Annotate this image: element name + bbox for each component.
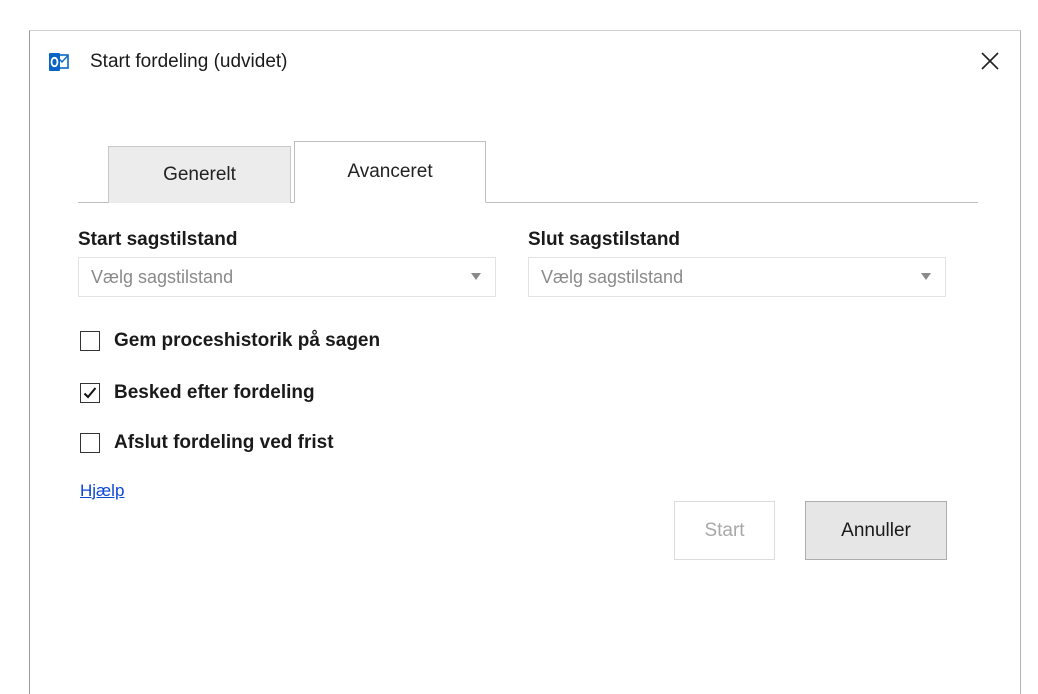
close-icon[interactable]: [974, 45, 1006, 77]
save-history-label: Gem proceshistorik på sagen: [114, 330, 381, 351]
outlook-icon: [49, 53, 69, 71]
end-state-select[interactable]: Vælg sagstilstand: [528, 257, 946, 297]
checkmark-icon: [83, 387, 97, 399]
save-history-checkbox[interactable]: [80, 331, 100, 351]
notify-after-checkbox[interactable]: [80, 383, 100, 403]
end-state-label: Slut sagstilstand: [528, 229, 681, 250]
start-state-placeholder: Vælg sagstilstand: [91, 267, 234, 287]
start-button[interactable]: Start: [674, 501, 775, 560]
help-link[interactable]: Hjælp: [80, 481, 124, 501]
window-title: Start fordeling (udvidet): [90, 51, 288, 72]
notify-after-label: Besked efter fordeling: [114, 382, 315, 403]
start-state-label: Start sagstilstand: [78, 229, 238, 250]
tab-bar: Generelt Avanceret: [78, 141, 978, 203]
option-end-at-deadline[interactable]: Afslut fordeling ved frist: [80, 430, 334, 456]
end-at-deadline-label: Afslut fordeling ved frist: [114, 432, 334, 453]
end-at-deadline-checkbox[interactable]: [80, 433, 100, 453]
start-state-select[interactable]: Vælg sagstilstand: [78, 257, 496, 297]
option-notify-after[interactable]: Besked efter fordeling: [80, 380, 315, 406]
cancel-button[interactable]: Annuller: [805, 501, 947, 560]
chevron-down-icon: [921, 273, 931, 280]
option-save-history[interactable]: Gem proceshistorik på sagen: [80, 328, 380, 354]
chevron-down-icon: [471, 273, 481, 280]
dialog-window: Start fordeling (udvidet) Generelt Avanc…: [29, 30, 1021, 694]
tab-generelt[interactable]: Generelt: [108, 146, 291, 203]
title-bar: Start fordeling (udvidet): [30, 31, 1020, 91]
end-state-placeholder: Vælg sagstilstand: [541, 267, 684, 287]
tab-avanceret[interactable]: Avanceret: [294, 141, 486, 203]
